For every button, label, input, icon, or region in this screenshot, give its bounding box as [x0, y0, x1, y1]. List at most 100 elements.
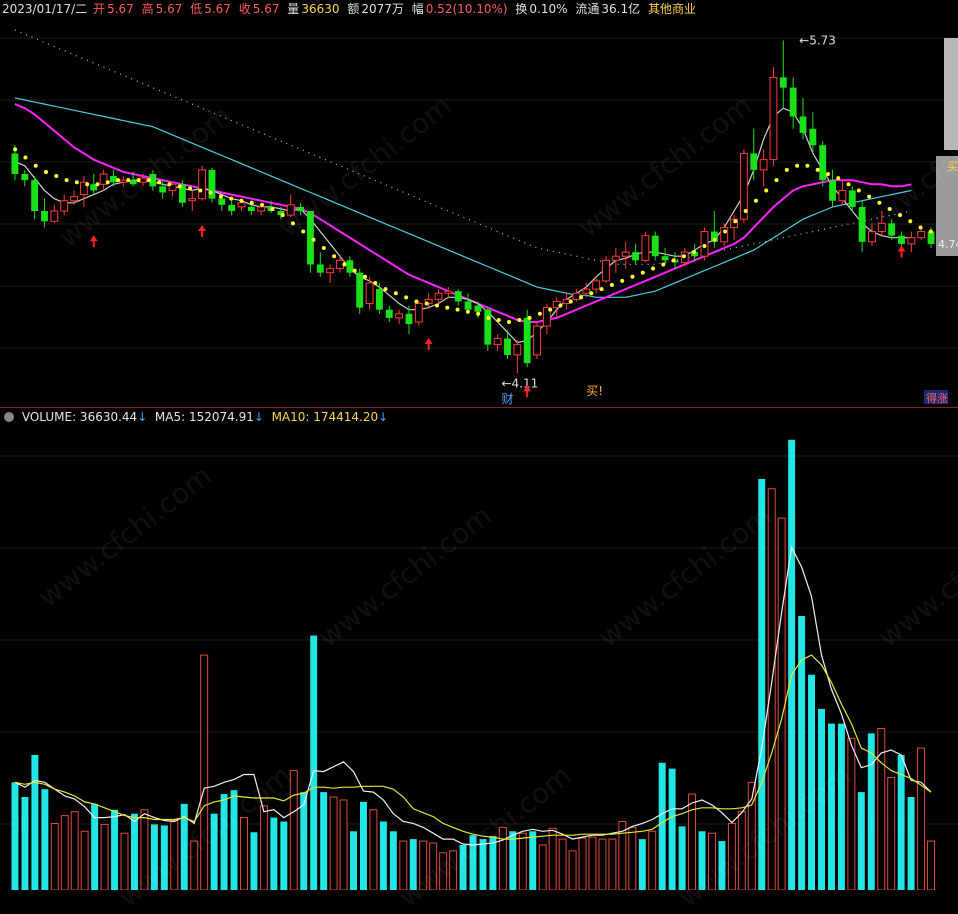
volume-bar	[489, 836, 497, 890]
volume-bar	[21, 797, 29, 890]
high-value: 5.67	[155, 2, 183, 16]
candle-body	[750, 153, 758, 170]
indicator-dot	[239, 198, 244, 203]
volume-bar	[170, 820, 179, 890]
indicator-dot	[105, 180, 110, 185]
indicator-dot	[908, 219, 913, 224]
candle-body	[286, 204, 295, 216]
candle-body	[110, 176, 117, 183]
candle-body	[208, 169, 216, 199]
change-value: 0.52(10.10%)	[425, 2, 508, 16]
volume-bar	[847, 737, 856, 890]
volume-bar	[857, 792, 865, 890]
candle-body	[444, 290, 453, 294]
right-tag: 得涨	[926, 392, 948, 405]
volume-bar	[289, 770, 298, 890]
candle-body	[829, 180, 836, 201]
buy-tag: 买!	[586, 384, 603, 398]
indicator-dot	[465, 309, 470, 314]
candle-body	[385, 309, 393, 318]
indicator-dot	[651, 266, 656, 271]
candle-body	[257, 206, 266, 212]
close-value: 5.67	[252, 2, 280, 16]
volume-bar	[887, 776, 896, 890]
open-value: 5.67	[107, 2, 134, 16]
candle-body	[769, 76, 778, 161]
volume-bar	[459, 844, 467, 890]
candle-body	[809, 128, 817, 146]
candle-body	[484, 309, 492, 345]
arrow-down-icon: ↓	[137, 410, 148, 424]
candle-body	[848, 190, 856, 207]
ma5-value: MA5: 152074.91	[154, 410, 254, 424]
volume-bar	[310, 635, 318, 890]
candle-body	[611, 255, 620, 261]
cai-tag: 财	[501, 392, 513, 406]
candle-body	[70, 196, 78, 202]
indicator-dot	[733, 219, 738, 224]
indicator-dot	[517, 317, 522, 322]
indicator-dot	[218, 194, 223, 199]
volume-bar	[350, 831, 357, 890]
indicator-dot	[836, 176, 841, 181]
indicator-dot	[846, 182, 851, 187]
indicator-dot	[825, 172, 830, 176]
low-label: 低	[190, 2, 203, 16]
volume-bar	[538, 844, 547, 890]
settings-icon[interactable]	[4, 412, 14, 422]
indicator-dot	[434, 303, 439, 308]
indicator-dot	[558, 303, 563, 308]
volume-bar	[439, 852, 448, 890]
indicator-dot	[568, 299, 573, 304]
volume-bar	[130, 813, 138, 890]
volume-bar	[628, 826, 637, 890]
candle-body	[414, 303, 423, 323]
candle-body	[21, 174, 29, 181]
indicator-dot	[815, 167, 820, 172]
volume-bar	[140, 809, 149, 890]
indicator-dot	[352, 268, 357, 273]
volume-bar	[788, 439, 796, 890]
indicator-dot	[13, 147, 18, 152]
indicator-dot	[445, 305, 450, 310]
price-chart[interactable]: ←5.73 ←4.11 财 买! 得涨 买 4.74	[0, 18, 958, 408]
volume-bar	[230, 790, 238, 890]
candle-body	[218, 198, 226, 205]
candle-body	[523, 317, 531, 364]
quote-info-bar: 2023/01/17/二 开 5.67 高 5.67 低 5.67 收 5.67 量 36…	[2, 1, 698, 17]
float-value: 36.1亿	[601, 2, 641, 16]
indicator-dot	[321, 246, 326, 250]
volume-bar	[11, 782, 19, 890]
volume-chart[interactable]	[0, 426, 958, 890]
indicator-dot	[311, 237, 316, 242]
candle-body	[838, 189, 847, 202]
buy-arrow-icon	[198, 225, 207, 237]
indicator-dot	[867, 194, 872, 199]
volume-bar	[927, 840, 936, 890]
volume-bar	[100, 823, 109, 890]
volume-bar	[270, 817, 278, 890]
volume-bar	[41, 789, 49, 890]
candle-body	[789, 87, 797, 117]
low-value: 5.67	[204, 2, 231, 16]
indicator-dot	[599, 287, 604, 292]
volume-bar	[548, 827, 557, 890]
volume-bar	[369, 809, 378, 890]
buy-arrow-icon	[897, 245, 906, 258]
volume-bar	[409, 839, 417, 890]
indicator-dot	[743, 209, 748, 213]
indicator-dot	[33, 163, 38, 168]
sector-label: 其他商业	[647, 2, 696, 16]
volume-bar	[190, 840, 199, 890]
candle-body	[129, 180, 137, 185]
indicator-dot	[620, 278, 625, 283]
indicator-dot	[537, 311, 542, 316]
indicator-dot	[332, 254, 337, 259]
indicator-dot	[177, 184, 182, 189]
date-label: 2023/01/17/二	[2, 2, 88, 16]
indicator-dot	[856, 188, 861, 193]
volume-bar	[648, 830, 657, 890]
indicator-dot	[146, 178, 151, 183]
volume-bar	[598, 838, 607, 890]
volume-bar	[479, 839, 487, 890]
